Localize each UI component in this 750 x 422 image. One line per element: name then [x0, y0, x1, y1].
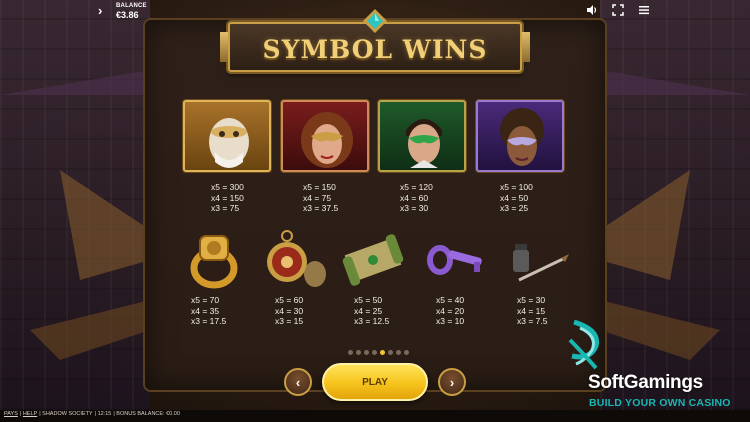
pays-link[interactable]: PAYS: [4, 411, 18, 417]
page-dot[interactable]: [404, 350, 409, 355]
page-dot[interactable]: [388, 350, 393, 355]
payout-x5: x5 = 300: [211, 182, 244, 192]
payout-x4: x4 = 60: [400, 192, 429, 203]
payout-x3: x3 = 75: [211, 203, 240, 213]
chevron-right-icon: ›: [449, 374, 455, 390]
scroll-icon: [342, 234, 404, 286]
payout-x4: x4 = 30: [275, 305, 304, 316]
purple-masked-woman-portrait: [500, 108, 544, 166]
payout-x3: x3 = 12.5: [354, 316, 390, 326]
symbol-card: [183, 100, 271, 172]
symbol-scroll: x5 = 50 x4 = 25 x3 = 12.5: [340, 228, 406, 326]
footer-info: PAYS | HELP | SHADOW SOCIETY | 12:15 | BONUS…: [4, 411, 180, 417]
payout-x5: x5 = 100: [500, 182, 533, 192]
page-dot[interactable]: [372, 350, 377, 355]
page-dot[interactable]: [364, 350, 369, 355]
page-title: SYMBOL WINS: [262, 35, 488, 64]
old-man-portrait: [209, 118, 249, 168]
softgamings-logo-icon: [568, 320, 600, 370]
help-link[interactable]: HELP: [23, 411, 37, 417]
play-button-label: PLAY: [362, 376, 388, 388]
previous-page-button[interactable]: ‹: [284, 368, 312, 396]
green-masked-man-portrait: [406, 119, 442, 168]
symbol-card: [378, 100, 466, 172]
symbol-card: [476, 100, 564, 172]
play-button[interactable]: PLAY: [322, 363, 428, 401]
clock: 12:15: [97, 411, 112, 417]
payout-x4: x4 = 15: [517, 305, 546, 316]
payout-x5: x5 = 150: [303, 182, 336, 192]
gold-ring-icon: [190, 235, 238, 289]
symbol-pocket-watch: x5 = 60 x4 = 30 x3 = 15: [261, 228, 327, 326]
payout-x3: x3 = 37.5: [303, 203, 339, 213]
payout-list: x5 = 120 x4 = 60 x3 = 30: [400, 182, 433, 214]
payout-x3: x3 = 7.5: [517, 316, 548, 326]
watermark-brand: SoftGamings: [588, 372, 703, 393]
page-dot-active[interactable]: [380, 350, 385, 355]
payout-x3: x3 = 30: [400, 203, 429, 213]
game-name: SHADOW SOCIETY: [42, 411, 93, 417]
payout-x3: x3 = 25: [500, 203, 529, 213]
gem-icon: [363, 9, 387, 33]
payout-x4: x4 = 35: [191, 305, 220, 316]
page-dot[interactable]: [348, 350, 353, 355]
payout-x5: x5 = 40: [436, 295, 465, 305]
payout-x3: x3 = 15: [275, 316, 304, 326]
payout-x5: x5 = 30: [517, 295, 546, 305]
payout-list: x5 = 150 x4 = 75 x3 = 37.5: [303, 182, 338, 214]
sound-icon[interactable]: [586, 4, 598, 16]
payout-x5: x5 = 50: [354, 295, 383, 305]
balance-value: €3.86: [116, 10, 139, 20]
symbol-ink-and-quill: x5 = 30 x4 = 15 x3 = 7.5: [505, 228, 571, 326]
payout-x4: x4 = 75: [303, 192, 332, 203]
page-dot[interactable]: [396, 350, 401, 355]
payout-list: x5 = 100 x4 = 50 x3 = 25: [500, 182, 533, 214]
footer-bar: PAYS | HELP | SHADOW SOCIETY | 12:15 | BONUS…: [0, 410, 750, 422]
fullscreen-icon[interactable]: [612, 4, 624, 16]
payout-x4: x4 = 25: [354, 305, 383, 316]
symbol-gold-ring: x5 = 70 x4 = 35 x3 = 17.5: [186, 228, 242, 326]
payout-list: x5 = 50 x4 = 25 x3 = 12.5: [354, 295, 389, 327]
payout-list: x5 = 70 x4 = 35 x3 = 17.5: [191, 295, 226, 327]
payout-list: x5 = 30 x4 = 15 x3 = 7.5: [517, 295, 547, 327]
payout-x5: x5 = 70: [191, 295, 220, 305]
payout-x3: x3 = 10: [436, 316, 465, 326]
payout-x5: x5 = 120: [400, 182, 433, 192]
page-dot[interactable]: [356, 350, 361, 355]
red-masked-woman-portrait: [301, 112, 353, 168]
watermark-tagline: BUILD YOUR OWN CASINO: [589, 397, 731, 409]
payout-x4: x4 = 20: [436, 305, 465, 316]
menu-chevron-icon[interactable]: ›: [98, 4, 108, 17]
ink-and-quill-icon: [513, 244, 569, 282]
payout-x3: x3 = 17.5: [191, 316, 227, 326]
payout-list: x5 = 60 x4 = 30 x3 = 15: [275, 295, 303, 327]
hamburger-menu-icon[interactable]: [638, 4, 650, 16]
pocket-watch-icon: [267, 230, 326, 287]
payout-list: x5 = 40 x4 = 20 x3 = 10: [436, 295, 464, 327]
bonus-balance: BONUS BALANCE: €0.00: [116, 411, 180, 417]
balance-label: BALANCE: [116, 3, 147, 9]
chevron-left-icon: ‹: [295, 374, 301, 390]
payout-x5: x5 = 60: [275, 295, 304, 305]
symbol-card: [281, 100, 369, 172]
pagination-dots: [348, 350, 409, 355]
payout-x4: x4 = 50: [500, 192, 529, 203]
payout-list: x5 = 300 x4 = 150 x3 = 75: [211, 182, 244, 214]
purple-key-icon: [427, 245, 482, 275]
payout-x4: x4 = 150: [211, 192, 244, 203]
next-page-button[interactable]: ›: [438, 368, 466, 396]
symbol-purple-key: x5 = 40 x4 = 20 x3 = 10: [424, 228, 490, 326]
